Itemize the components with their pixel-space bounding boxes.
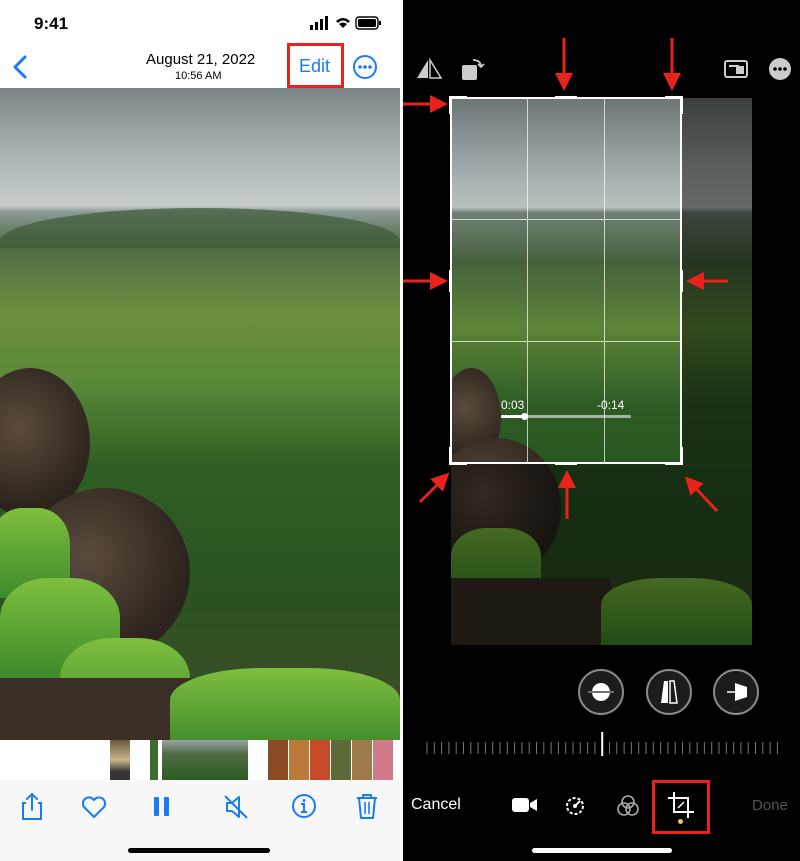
crop-editor-screen: 0:03 -0:14 Cancel Done	[403, 0, 800, 861]
more-icon	[769, 58, 791, 80]
vertical-perspective-button[interactable]	[646, 669, 692, 715]
flip-icon	[417, 57, 443, 79]
crop-grid-line	[451, 219, 681, 220]
crop-handle-bottom-left[interactable]	[449, 447, 452, 465]
flip-button[interactable]	[415, 56, 443, 82]
filmstrip-thumb-current[interactable]	[162, 740, 248, 780]
crop-handle-bottom-right[interactable]	[680, 447, 683, 465]
info-button[interactable]	[290, 792, 318, 820]
share-button[interactable]	[18, 792, 46, 822]
share-icon	[22, 792, 42, 820]
filmstrip-thumb[interactable]	[268, 740, 288, 780]
more-button[interactable]	[767, 56, 793, 82]
status-time: 9:41	[34, 14, 69, 33]
info-icon	[292, 794, 316, 818]
filmstrip-thumb[interactable]	[331, 740, 351, 780]
crop-handle-right-edge[interactable]	[680, 270, 683, 292]
home-indicator	[128, 848, 270, 853]
photo-view-screen: 9:41 August 21, 2022 10:56 AM Edit	[0, 0, 400, 861]
straighten-icon	[588, 683, 614, 701]
filters-icon	[617, 795, 639, 816]
filmstrip-thumb[interactable]	[150, 740, 158, 780]
filmstrip-thumb[interactable]	[373, 740, 393, 780]
vertical-perspective-icon	[661, 680, 678, 704]
ellipsis-circle-icon	[353, 55, 377, 79]
crop-handle-top-left[interactable]	[449, 96, 452, 114]
crop-outside-shade	[451, 463, 681, 645]
arrow-bottom-left	[418, 472, 450, 504]
filmstrip-thumb[interactable]	[289, 740, 309, 780]
aspect-ratio-button[interactable]	[723, 58, 749, 80]
scrubber-start-time: 0:03	[501, 398, 525, 412]
filmstrip[interactable]	[0, 740, 400, 780]
pause-button[interactable]	[152, 795, 172, 819]
filmstrip-thumb[interactable]	[352, 740, 372, 780]
crop-icon	[668, 792, 694, 818]
horizontal-perspective-button[interactable]	[713, 669, 759, 715]
mute-button[interactable]	[222, 793, 250, 821]
scrubber-track[interactable]	[501, 413, 631, 420]
active-tool-dot	[678, 819, 683, 824]
crop-grid-line	[451, 341, 681, 342]
crop-outside-shade	[681, 98, 752, 645]
pause-icon	[154, 797, 169, 816]
filmstrip-thumb[interactable]	[310, 740, 330, 780]
crop-handle-top-right[interactable]	[680, 96, 683, 114]
crop-frame[interactable]: 0:03 -0:14	[450, 97, 682, 464]
back-button[interactable]	[10, 54, 32, 80]
mute-icon	[224, 795, 248, 819]
hills	[0, 208, 400, 248]
rotate-button[interactable]	[459, 56, 487, 84]
crop-handle-top-edge[interactable]	[555, 96, 577, 99]
signal-wifi-battery-icon	[310, 16, 381, 30]
favorite-button[interactable]	[80, 794, 108, 820]
crop-tool-button[interactable]	[665, 789, 697, 821]
delete-button[interactable]	[354, 791, 380, 821]
grass	[170, 668, 400, 740]
aspect-ratio-icon	[724, 60, 748, 78]
header-time: 10:56 AM	[175, 70, 222, 82]
video-tool-button[interactable]	[511, 794, 539, 816]
adjust-tool-button[interactable]	[561, 791, 589, 819]
status-icons	[310, 16, 382, 30]
straighten-button[interactable]	[578, 669, 624, 715]
filters-tool-button[interactable]	[614, 792, 642, 820]
header-date: August 21, 2022	[146, 51, 256, 68]
main-photo[interactable]	[0, 88, 400, 740]
crop-grid-line	[527, 98, 528, 463]
rotation-dial[interactable]	[421, 732, 781, 762]
horizontal-perspective-icon	[727, 683, 747, 701]
scrubber-end-time: -0:14	[597, 398, 625, 412]
more-options-button[interactable]	[352, 54, 378, 80]
done-button[interactable]: Done	[752, 797, 788, 814]
heart-icon	[81, 796, 107, 818]
crop-handle-bottom-edge[interactable]	[555, 462, 577, 465]
home-indicator	[532, 848, 672, 853]
video-icon	[512, 798, 537, 812]
adjust-icon	[566, 797, 584, 815]
edit-highlight-box	[287, 43, 344, 88]
bottom-toolbar	[0, 780, 400, 861]
rotate-icon	[462, 59, 485, 80]
chevron-left-icon	[13, 55, 27, 79]
crop-handle-left-edge[interactable]	[449, 270, 452, 292]
cancel-button[interactable]: Cancel	[411, 796, 461, 814]
filmstrip-thumb[interactable]	[110, 740, 130, 780]
trash-icon	[357, 794, 377, 819]
